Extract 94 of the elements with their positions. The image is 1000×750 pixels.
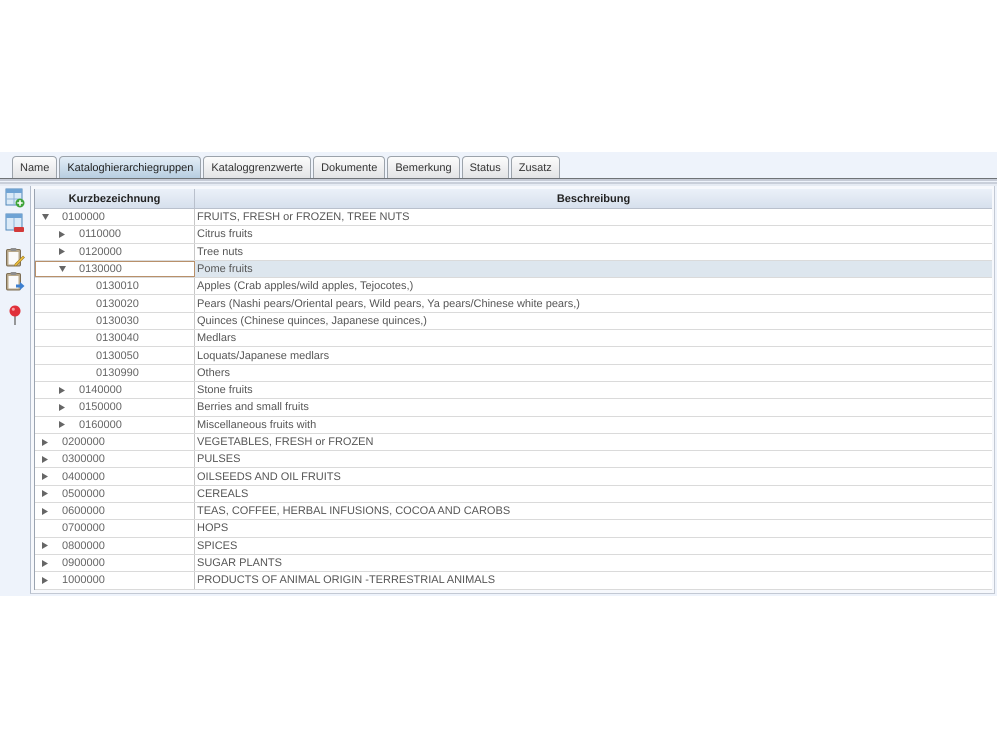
tree-row[interactable]: 0130990 Others xyxy=(35,364,992,382)
tree-row[interactable]: 0130020 Pears (Nashi pears/Oriental pears, Wild pears, Ya pears/Chinese white pears,) xyxy=(35,295,992,313)
item-code: 0400000 xyxy=(62,470,105,483)
triangle-right-icon[interactable] xyxy=(42,490,48,498)
tree-row[interactable]: 0110000 Citrus fruits xyxy=(35,226,992,244)
item-code: 0300000 xyxy=(62,453,105,466)
table-cell-text: FRUITS, FRESH or FROZEN, TREE NUTS xyxy=(196,210,410,226)
item-code: 0130990 xyxy=(96,366,139,379)
triangle-down-icon[interactable] xyxy=(59,266,66,272)
table-cell-text: PULSES xyxy=(196,452,242,468)
triangle-right-icon[interactable] xyxy=(42,456,48,463)
table-cell-text: Quinces (Chinese quinces, Japanese quinces,) xyxy=(196,314,428,329)
tab[interactable]: Dokumente xyxy=(313,156,386,178)
tab[interactable]: Name xyxy=(12,156,58,178)
table-cell-text: Stone fruits xyxy=(196,383,254,398)
table-cell-text: VEGETABLES, FRESH or FROZEN xyxy=(196,435,374,450)
tab[interactable]: Bemerkung xyxy=(387,156,460,178)
table-cell-text: Apples (Crab apples/wild apples, Tejocotes,) xyxy=(196,279,414,294)
table-cell-text: Pears (Nashi pears/Oriental pears, Wild pears, Ya pears/Chinese white pears,) xyxy=(196,296,581,312)
item-code: 0150000 xyxy=(79,401,122,414)
item-code: 0130020 xyxy=(96,298,139,310)
triangle-right-icon[interactable] xyxy=(42,542,48,550)
item-code: 0130000 xyxy=(79,263,122,276)
item-code: 0500000 xyxy=(62,488,105,500)
tree-row[interactable]: 0800000 SPICES xyxy=(35,538,992,555)
item-code: 0130030 xyxy=(96,314,139,327)
item-code: 0110000 xyxy=(79,228,122,240)
item-code: 0800000 xyxy=(62,540,105,552)
tree-row[interactable]: 0130000 Pome fruits xyxy=(35,260,992,278)
table-cell-text: Tree nuts xyxy=(196,244,244,260)
tree-row[interactable]: 0130010 Apples (Crab apples/wild apples, Tejocotes,) xyxy=(35,278,992,296)
table-cell-text: OILSEEDS AND OIL FRUITS xyxy=(196,470,342,485)
tree-row[interactable]: 0500000 CEREALS xyxy=(35,486,992,504)
tab[interactable]: Status xyxy=(462,156,509,178)
table-cell-text: TEAS, COFFEE, HERBAL INFUSIONS, COCOA AND CAROBS xyxy=(196,504,512,520)
map-pin-icon[interactable] xyxy=(8,305,22,325)
triangle-right-icon[interactable] xyxy=(42,576,48,584)
triangle-right-icon[interactable] xyxy=(42,473,48,480)
triangle-down-icon[interactable] xyxy=(42,214,49,220)
table-cell: Pome fruits xyxy=(195,260,992,278)
tree-row[interactable]: 0400000 OILSEEDS AND OIL FRUITS xyxy=(35,468,992,486)
item-code: 0200000 xyxy=(62,436,105,448)
clipboard-pencil-icon[interactable] xyxy=(5,247,25,267)
tree-row[interactable]: 0600000 TEAS, COFFEE, HERBAL INFUSIONS, COCOA AND CAROBS xyxy=(35,503,992,520)
tree-row[interactable]: 1000000 PRODUCTS OF ANIMAL ORIGIN -TERRESTRIAL ANIMALS xyxy=(35,572,992,590)
table-cell-text: CEREALS xyxy=(196,486,250,502)
tree-row[interactable]: 0140000 Stone fruits xyxy=(35,382,992,400)
tree-row[interactable]: 0100000 FRUITS, FRESH or FROZEN, TREE NUTS xyxy=(35,209,992,226)
tree-row[interactable]: 0300000 PULSES xyxy=(35,451,992,468)
tree-row[interactable]: 0160000 Miscellaneous fruits with xyxy=(35,416,992,434)
item-code: 0130010 xyxy=(96,280,139,292)
triangle-right-icon[interactable] xyxy=(59,404,65,411)
table-cell-text: SUGAR PLANTS xyxy=(196,556,283,572)
tree-row[interactable]: 0130030 Quinces (Chinese quinces, Japanese quinces,) xyxy=(35,312,992,330)
table-cell-text: PRODUCTS OF ANIMAL ORIGIN -TERRESTRIAL ANIMALS xyxy=(196,573,496,588)
tree-row[interactable]: 0700000 HOPS xyxy=(35,520,992,538)
item-code: 0100000 xyxy=(62,211,105,224)
item-code: 0140000 xyxy=(79,384,122,396)
triangle-right-icon[interactable] xyxy=(59,421,65,428)
column-header: Beschreibung xyxy=(556,192,632,206)
tree-row[interactable]: 0200000 VEGETABLES, FRESH or FROZEN xyxy=(35,434,992,452)
tree-row[interactable]: 0150000 Berries and small fruits xyxy=(35,399,992,417)
triangle-right-icon[interactable] xyxy=(59,230,65,238)
triangle-right-icon[interactable] xyxy=(42,438,48,446)
table-cell-text: Medlars xyxy=(196,331,238,346)
triangle-right-icon[interactable] xyxy=(59,248,65,256)
table-cell-text: Berries and small fruits xyxy=(196,400,310,416)
item-code: 0600000 xyxy=(62,505,105,518)
clipboard-arrow-icon[interactable] xyxy=(5,271,25,291)
table-cell-text: Citrus fruits xyxy=(196,227,254,242)
triangle-right-icon[interactable] xyxy=(59,386,65,394)
item-code: 1000000 xyxy=(62,574,105,586)
tab[interactable]: Zusatz xyxy=(510,156,560,178)
tab[interactable]: Kataloggrenzwerte xyxy=(203,156,312,178)
triangle-right-icon[interactable] xyxy=(42,560,48,567)
grid-minus-icon[interactable] xyxy=(5,213,25,233)
item-code: 0700000 xyxy=(62,522,105,534)
table-cell-text: HOPS xyxy=(196,521,230,536)
grid-plus-icon[interactable] xyxy=(5,188,25,208)
tree-row[interactable]: 0900000 SUGAR PLANTS xyxy=(35,554,992,572)
item-code: 0130040 xyxy=(96,332,139,344)
item-code: 0160000 xyxy=(79,418,122,431)
table-cell-text: Others xyxy=(196,366,232,381)
tab[interactable]: Kataloghierarchiegruppen xyxy=(59,156,202,178)
item-code: 0900000 xyxy=(62,557,105,570)
tree-row[interactable]: 0130050 Loquats/Japanese medlars xyxy=(35,347,992,365)
table-cell-text: SPICES xyxy=(196,538,238,554)
item-code: 0120000 xyxy=(79,246,122,258)
tree-row[interactable]: 0130040 Medlars xyxy=(35,330,992,348)
table-cell-text: Miscellaneous fruits with xyxy=(196,418,318,433)
table-cell-text: Loquats/Japanese medlars xyxy=(196,348,330,364)
column-header: Kurzbezeichnung xyxy=(35,189,195,208)
triangle-right-icon[interactable] xyxy=(42,508,48,515)
item-code: 0130050 xyxy=(96,350,139,362)
